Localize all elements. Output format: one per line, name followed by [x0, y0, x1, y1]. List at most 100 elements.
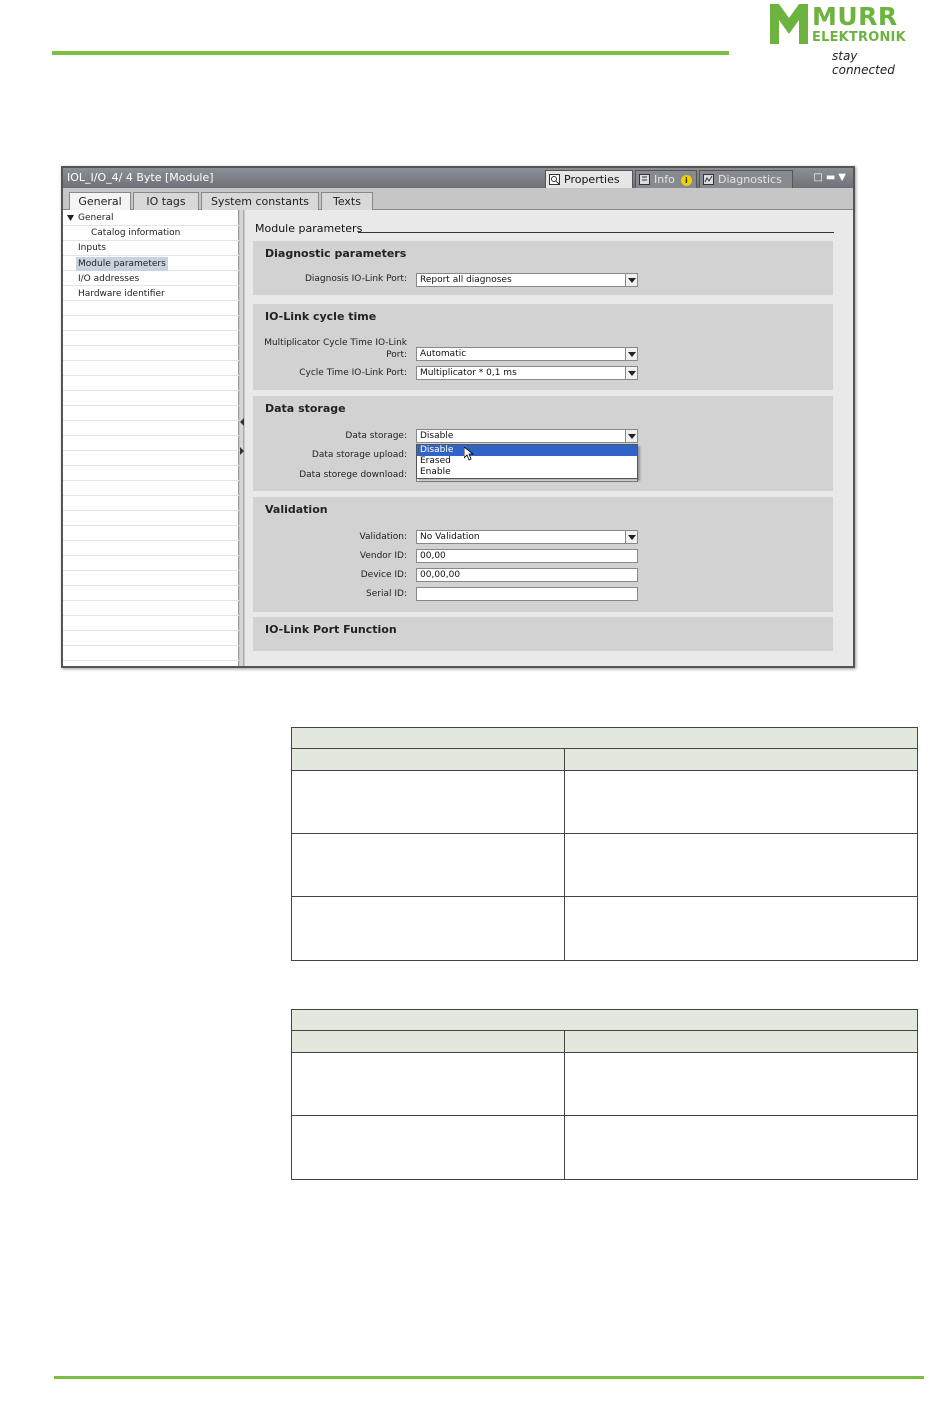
serial-id-label: Serial ID: [366, 589, 407, 599]
vendor-id-value: 00,00 [420, 551, 446, 561]
nav-item-catalog-information[interactable]: Catalog information [89, 226, 182, 240]
serial-id-input[interactable] [416, 587, 638, 601]
window-titlebar: IOL_I/O_4/ 4 Byte [Module] Properties In… [63, 168, 853, 188]
group-title: Diagnostic parameters [265, 247, 407, 260]
properties-tab[interactable]: Properties [545, 170, 633, 188]
multiplicator-label-line1: Multiplicator Cycle Time IO-Link [264, 338, 407, 348]
data-storage-upload-label: Data storage upload: [311, 450, 407, 460]
validation-value: No Validation [420, 532, 480, 542]
nav-item-hardware-identifier[interactable]: Hardware identifier [76, 287, 167, 301]
table-header-row [292, 1031, 917, 1053]
logo-tagline: stay connected [832, 49, 895, 77]
info-tab[interactable]: Info i [635, 170, 697, 188]
header-rule [52, 51, 729, 55]
table-row [292, 1053, 917, 1116]
murr-elektronik-logo: MURR ELEKTRONIK stay connected [770, 2, 920, 77]
table-row [292, 834, 917, 897]
pane-splitter[interactable] [240, 210, 244, 666]
dropdown-arrow-icon[interactable] [625, 274, 637, 286]
diagnosis-port-label: Diagnosis IO-Link Port: [304, 274, 407, 284]
logo-word-murr: MURR [812, 2, 898, 31]
device-id-value: 00,00,00 [420, 570, 461, 580]
dropdown-arrow-icon[interactable] [625, 430, 637, 442]
multiplicator-select[interactable]: Automatic [416, 347, 638, 361]
navigation-tree: General Catalog information Inputs Modul… [63, 210, 239, 666]
table-title-row [292, 1010, 917, 1031]
group-diagnostic-parameters: Diagnostic parameters Diagnosis IO-Link … [253, 241, 833, 295]
data-storage-value: Disable [420, 431, 454, 441]
properties-icon [549, 174, 560, 185]
group-data-storage: Data storage Data storage: Disable Data … [253, 396, 833, 491]
logo-mark-icon [770, 4, 808, 44]
table-row [292, 771, 917, 834]
table-row [292, 1116, 917, 1179]
parameter-table-2 [291, 1009, 918, 1180]
diagnostics-tab[interactable]: Diagnostics [699, 170, 793, 188]
data-storage-dropdown-list[interactable]: Disable Erased Enable [416, 444, 638, 479]
dropdown-option-disable[interactable]: Disable [417, 445, 637, 456]
section-heading: Module parameters [255, 222, 363, 235]
mouse-pointer-icon [464, 447, 474, 461]
tab-system-constants[interactable]: System constants [201, 192, 319, 210]
tab-io-tags[interactable]: IO tags [133, 192, 199, 210]
validation-label: Validation: [359, 532, 407, 542]
group-title: Data storage [265, 402, 346, 415]
window-title: IOL_I/O_4/ 4 Byte [Module] [67, 171, 214, 184]
group-io-link-port-function: IO-Link Port Function [253, 617, 833, 651]
properties-tab-label: Properties [564, 173, 620, 186]
table-row [292, 897, 917, 960]
nav-item-module-parameters[interactable]: Module parameters [76, 257, 168, 271]
collapse-left-icon[interactable] [240, 417, 244, 427]
info-tab-label: Info [654, 173, 675, 186]
group-io-link-cycle-time: IO-Link cycle time Multiplicator Cycle T… [253, 304, 833, 390]
logo-word-elektronik: ELEKTRONIK [812, 30, 906, 45]
diagnostics-tab-label: Diagnostics [718, 173, 782, 186]
dropdown-option-erased[interactable]: Erased [417, 456, 637, 467]
nav-item-io-addresses[interactable]: I/O addresses [76, 272, 141, 286]
vendor-id-input[interactable]: 00,00 [416, 549, 638, 563]
data-storage-select[interactable]: Disable [416, 429, 638, 443]
tree-expand-icon[interactable] [67, 215, 74, 221]
info-tab-icon [639, 174, 650, 185]
multiplicator-value: Automatic [420, 349, 467, 359]
minimize-icon[interactable]: ▬ [826, 172, 838, 183]
table-header-row [292, 749, 917, 771]
parameter-table-1 [291, 727, 918, 961]
nav-item-inputs[interactable]: Inputs [76, 241, 108, 255]
device-id-label: Device ID: [360, 570, 407, 580]
dropdown-option-enable[interactable]: Enable [417, 467, 637, 478]
validation-select[interactable]: No Validation [416, 530, 638, 544]
group-validation: Validation Validation: No Validation Ven… [253, 497, 833, 612]
dropdown-arrow-icon[interactable] [625, 367, 637, 379]
group-title: Validation [265, 503, 328, 516]
module-parameters-panel: Module parameters Diagnostic parameters … [245, 210, 853, 666]
info-badge-icon: i [680, 175, 692, 186]
window-controls[interactable]: □▬▼ [813, 172, 849, 183]
diagnosis-port-value: Report all diagnoses [420, 275, 512, 285]
cycle-time-select[interactable]: Multiplicator * 0,1 ms [416, 366, 638, 380]
tab-texts[interactable]: Texts [321, 192, 373, 210]
group-title: IO-Link cycle time [265, 310, 377, 323]
properties-window: IOL_I/O_4/ 4 Byte [Module] Properties In… [61, 166, 855, 668]
chevron-down-icon[interactable]: ▼ [838, 172, 849, 183]
multiplicator-label-line2: Port: [386, 350, 407, 360]
group-title: IO-Link Port Function [265, 623, 397, 636]
restore-icon[interactable]: □ [813, 172, 825, 183]
dropdown-arrow-icon[interactable] [625, 531, 637, 543]
cycle-time-value: Multiplicator * 0,1 ms [420, 368, 517, 378]
section-heading-rule [358, 232, 834, 233]
vendor-id-label: Vendor ID: [359, 551, 407, 561]
nav-item-general[interactable]: General [76, 211, 115, 225]
expand-right-icon[interactable] [240, 446, 244, 456]
diagnosis-port-select[interactable]: Report all diagnoses [416, 273, 638, 287]
property-tab-row: General IO tags System constants Texts [63, 188, 853, 211]
data-storage-label: Data storage: [345, 431, 407, 441]
tab-general[interactable]: General [69, 192, 131, 211]
footer-rule [54, 1376, 924, 1379]
table-title-row [292, 728, 917, 749]
device-id-input[interactable]: 00,00,00 [416, 568, 638, 582]
data-storage-download-label: Data storege download: [299, 470, 407, 480]
diagnostics-icon [703, 174, 714, 185]
dropdown-arrow-icon[interactable] [625, 348, 637, 360]
cycle-time-label: Cycle Time IO-Link Port: [299, 368, 407, 378]
